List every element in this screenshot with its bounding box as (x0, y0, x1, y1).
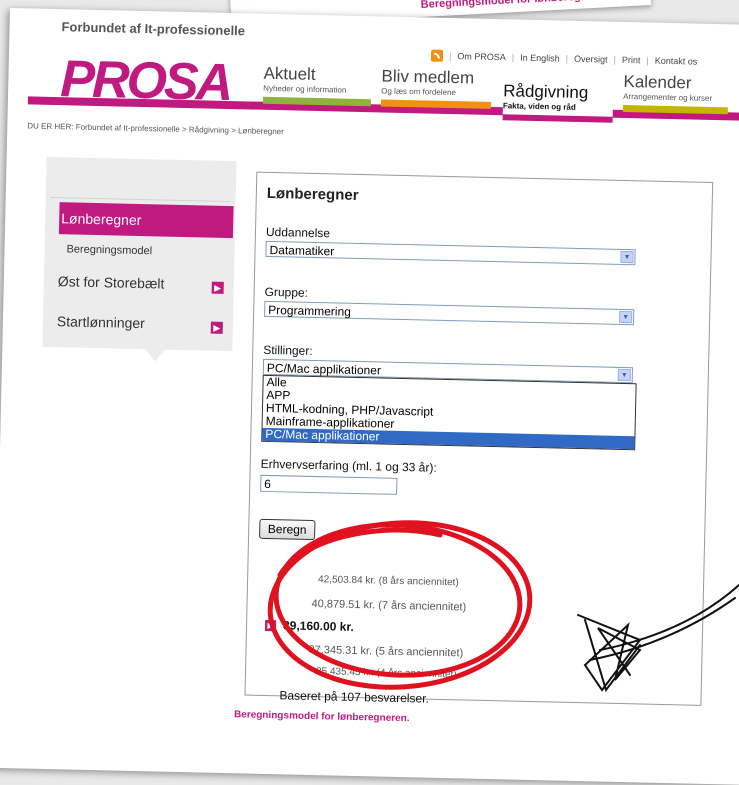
calculator-title: Lønberegner (266, 184, 359, 204)
group-label: Gruppe: (264, 284, 309, 300)
positions-dropdown-list: Alle APP HTML-kodning, PHP/Javascript Ma… (261, 374, 637, 451)
sidebar-item-startloen[interactable]: Startlønninger (57, 313, 145, 331)
education-label: Uddannelse (265, 224, 331, 241)
calculation-model-link[interactable]: Beregningsmodel for lønberegneren. (234, 709, 410, 724)
nav-kalender[interactable]: Kalender Arrangementer og kurser (622, 72, 729, 115)
calculate-button[interactable]: Beregn (259, 518, 316, 541)
top-link-contact[interactable]: Kontakt os (655, 56, 698, 67)
top-links: | Om PROSA | In English | Oversigt | Pri… (430, 49, 698, 68)
experience-input[interactable]: 6 (260, 474, 398, 495)
sidebar: Lønberegner Beregningsmodel Øst for Stor… (42, 156, 237, 352)
chevron-down-icon[interactable]: ▼ (620, 250, 634, 264)
top-link-overview[interactable]: Oversigt (574, 54, 608, 65)
nav-bliv-medlem[interactable]: Bliv medlem Og læs om fordelene (380, 66, 492, 109)
result-row: 40,879.51 kr. (7 års anciennitet) (311, 597, 467, 614)
webpage: Forbundet af It-professionelle | Om PROS… (0, 8, 739, 785)
salary-calculator: Lønberegner Uddannelse Datamatiker ▼ Gru… (244, 171, 714, 706)
top-link-about[interactable]: Om PROSA (457, 51, 506, 62)
education-select[interactable]: Datamatiker ▼ (265, 240, 636, 266)
positions-label: Stillinger: (263, 342, 313, 358)
experience-label: Erhvervserfaring (ml. 1 og 33 år): (260, 456, 437, 475)
breadcrumb: DU ER HER: Forbundet af It-professionell… (27, 121, 284, 137)
sidebar-item-loenberegner[interactable]: Lønberegner (58, 202, 234, 239)
sidebar-item-beregningsmodel[interactable]: Beregningsmodel (66, 243, 152, 257)
sidebar-pointer (145, 349, 166, 362)
nav-raadgivning[interactable]: Rådgivning Fakta, viden og råd (502, 81, 614, 123)
top-link-print[interactable]: Print (622, 55, 641, 65)
org-name: Forbundet af It-professionelle (61, 19, 246, 39)
chevron-right-icon[interactable]: ▶ (210, 321, 223, 334)
based-on-text: Baseret på 107 besvarelser. (279, 688, 430, 706)
result-row: 42,503.84 kr. (8 års anciennitet) (317, 574, 459, 589)
chevron-right-icon[interactable]: ▶ (211, 281, 224, 294)
result-row: 37,345.31 kr. (5 års anciennitet) (308, 643, 464, 660)
top-link-english[interactable]: In English (520, 53, 560, 64)
chevron-down-icon[interactable]: ▼ (617, 368, 631, 382)
background-sheet-text: Beregningsmodel for lønberegneren (420, 0, 611, 12)
result-row: 35,435.45 kr. (4 års anciennitet) (315, 666, 457, 681)
result-current: 39,160.00 kr. (282, 618, 354, 634)
nav-aktuelt[interactable]: Aktuelt Nyheder og information (262, 64, 372, 107)
sidebar-item-oest[interactable]: Øst for Storebælt (58, 273, 165, 291)
group-select[interactable]: Programmering ▼ (264, 300, 635, 326)
chevron-down-icon[interactable]: ▼ (619, 310, 633, 324)
arrow-right-icon: ▶ (264, 619, 277, 632)
rss-icon[interactable] (430, 49, 444, 62)
